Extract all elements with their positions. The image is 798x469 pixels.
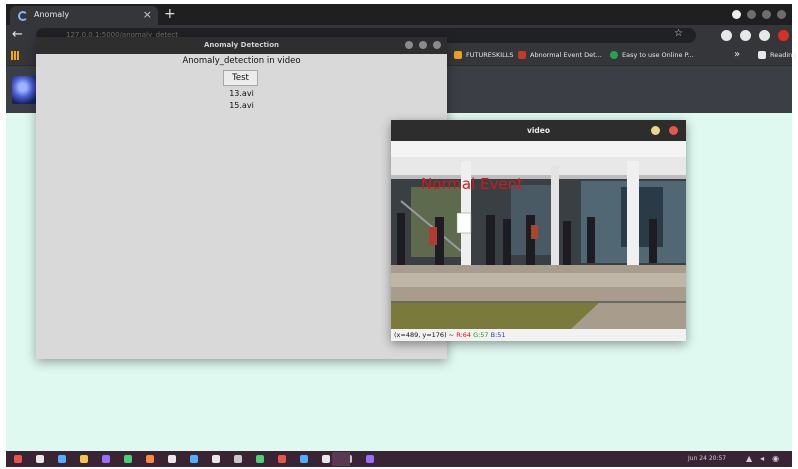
taskbar-app-icon[interactable]: [212, 455, 220, 463]
volume-icon[interactable]: ◂: [760, 454, 764, 463]
taskbar-active-app[interactable]: [332, 452, 350, 466]
pixel-red-value: R:64: [456, 331, 471, 339]
taskbar-clock[interactable]: Jun 24 20:57: [688, 455, 726, 462]
tab-title: Anomaly: [34, 10, 70, 19]
tab-close-icon[interactable]: ×: [143, 8, 152, 21]
page-icon: [518, 51, 526, 59]
bookmark-item[interactable]: FUTURESKILLS: [454, 51, 514, 59]
cursor-coords: (x=489, y=176) ~: [394, 331, 455, 339]
power-icon[interactable]: ◉: [772, 454, 779, 463]
puzzle-icon[interactable]: [759, 30, 770, 41]
taskbar-app-icon[interactable]: [36, 455, 44, 463]
taskbar-app-icon[interactable]: [168, 455, 176, 463]
taskbar-app-icon[interactable]: [256, 455, 264, 463]
bookmark-label: Abnormal Event Det...: [530, 51, 602, 59]
surveillance-frame-image: Normal Event: [391, 141, 686, 329]
close-icon[interactable]: [433, 41, 441, 49]
browser-tab[interactable]: Anomaly ×: [10, 6, 158, 25]
taskbar-app-icon[interactable]: [58, 455, 66, 463]
close-icon[interactable]: [669, 126, 678, 135]
taskbar-app-icons: [14, 455, 374, 463]
back-arrow-icon[interactable]: ←: [12, 27, 23, 42]
reading-list-label: Reading list: [770, 51, 798, 59]
new-tab-button[interactable]: +: [164, 6, 176, 22]
taskbar-app-icon[interactable]: [300, 455, 308, 463]
taskbar-app-icon[interactable]: [234, 455, 242, 463]
pixel-green-value: G:57: [473, 331, 489, 339]
anomaly-window-titlebar[interactable]: Anomaly Detection: [36, 37, 447, 54]
maximize-icon[interactable]: [419, 41, 427, 49]
window-minimize-icon[interactable]: [747, 10, 756, 19]
video-frame[interactable]: Normal Event: [391, 141, 686, 329]
taskbar-app-icon[interactable]: [14, 455, 22, 463]
pixel-blue-value: B:51: [490, 331, 506, 339]
anomaly-window-title: Anomaly Detection: [204, 41, 279, 49]
minimize-icon[interactable]: [651, 126, 660, 135]
loading-spinner-icon: [18, 11, 28, 21]
window-close-icon[interactable]: [777, 10, 786, 19]
event-overlay-label: Normal Event: [421, 175, 523, 193]
taskbar-app-icon[interactable]: [190, 455, 198, 463]
bookmark-item[interactable]: Abnormal Event Det...: [518, 51, 602, 59]
taskbar-app-icon[interactable]: [322, 455, 330, 463]
reading-list-button[interactable]: Reading list: [758, 51, 798, 59]
system-tray: ▲ ◂ ◉: [746, 454, 779, 463]
taskbar-app-icon[interactable]: [146, 455, 154, 463]
taskbar-app-icon[interactable]: [366, 455, 374, 463]
window-maximize-icon[interactable]: [762, 10, 771, 19]
globe-icon: [610, 51, 618, 59]
anomaly-heading: Anomaly_detection in video: [182, 56, 301, 66]
window-controls: [732, 10, 786, 19]
extension-icons: [721, 30, 789, 41]
bookmark-label: FUTURESKILLS: [466, 51, 514, 59]
apps-grid-icon[interactable]: [11, 51, 20, 60]
video-window-title: video: [526, 126, 551, 135]
header-logo: [12, 76, 36, 104]
video-status-bar: (x=489, y=176) ~ R:64 G:57 B:51: [391, 329, 686, 341]
minimize-icon[interactable]: [405, 41, 413, 49]
bookmarks-more-icon[interactable]: »: [734, 49, 740, 60]
extension-icon[interactable]: [721, 30, 732, 41]
anomaly-window-controls: [405, 41, 441, 49]
taskbar-app-icon[interactable]: [102, 455, 110, 463]
test-button[interactable]: Test: [223, 70, 258, 86]
file-list-item[interactable]: 15.avi: [36, 101, 447, 110]
taskbar-app-icon[interactable]: [278, 455, 286, 463]
reading-list-icon: [758, 51, 766, 59]
browser-tab-strip: Anomaly × +: [6, 4, 792, 25]
video-window-titlebar[interactable]: video: [391, 120, 686, 141]
taskbar: Jun 24 20:57 ▲ ◂ ◉: [6, 451, 792, 467]
bookmark-item[interactable]: Easy to use Online P...: [610, 51, 694, 59]
anomaly-detection-window: Anomaly Detection Anomaly_detection in v…: [36, 37, 447, 359]
file-list-item[interactable]: 13.avi: [36, 89, 447, 98]
network-icon[interactable]: ▲: [746, 454, 752, 463]
arrow-icon: [454, 51, 462, 59]
taskbar-app-icon[interactable]: [80, 455, 88, 463]
bookmark-label: Easy to use Online P...: [622, 51, 694, 59]
bookmark-star-icon[interactable]: ☆: [674, 28, 683, 39]
extension-icon[interactable]: [740, 30, 751, 41]
video-window: video Normal Event (x=489, y=176) ~ R:64…: [391, 120, 686, 341]
taskbar-app-icon[interactable]: [124, 455, 132, 463]
profile-avatar[interactable]: [778, 30, 789, 41]
window-dot-icon[interactable]: [732, 10, 741, 19]
